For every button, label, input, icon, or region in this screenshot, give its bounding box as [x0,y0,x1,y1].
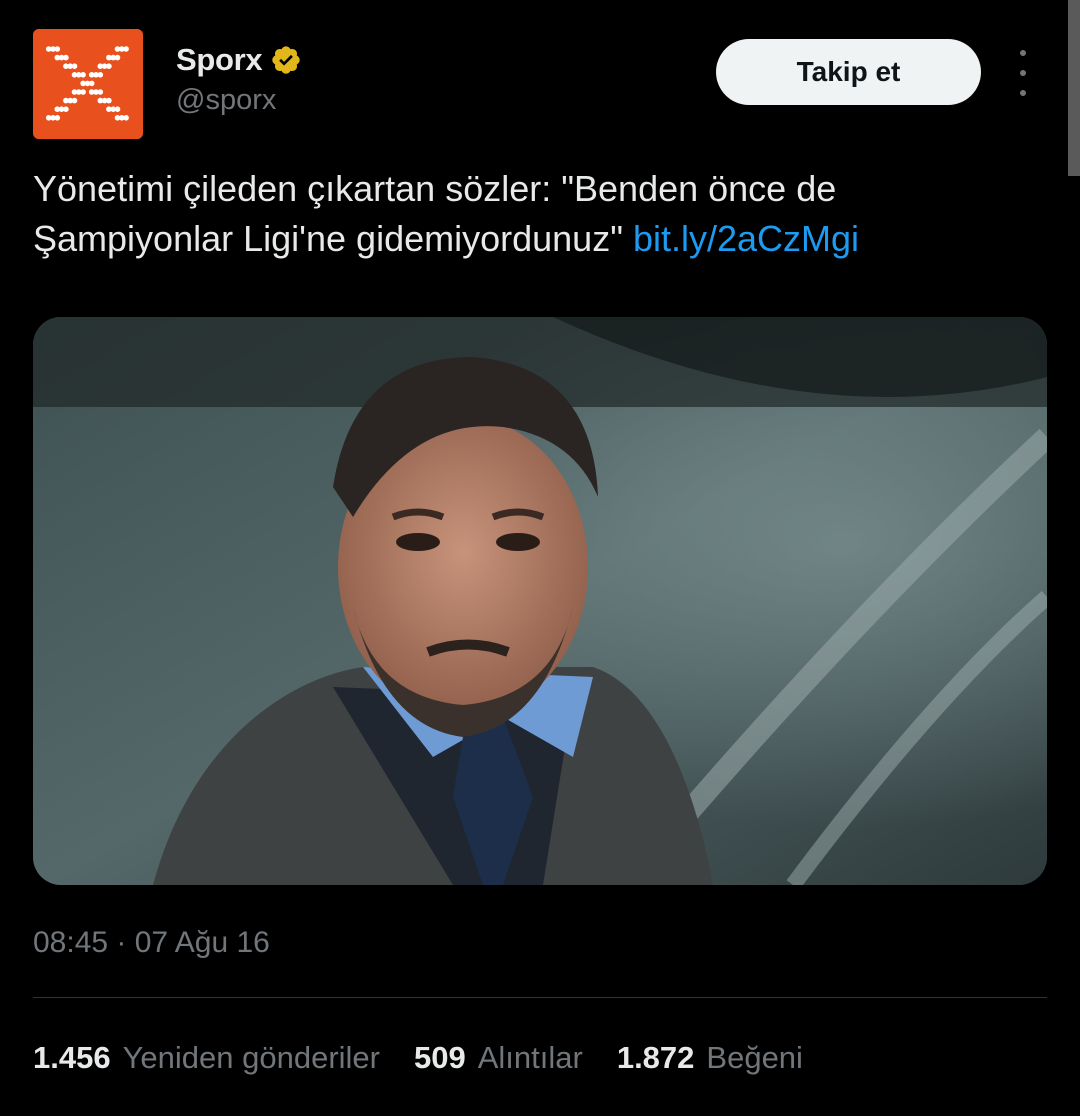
sporx-x-logo-icon [33,29,143,139]
divider [33,997,1047,998]
verified-badge-icon [270,44,302,76]
retweets-count: 1.456 [33,1040,111,1075]
avatar[interactable] [33,29,143,139]
more-vertical-icon[interactable] [1008,50,1038,96]
display-name[interactable]: Sporx [176,42,263,78]
retweets-label: Yeniden gönderiler [122,1040,380,1075]
tweet-timestamp[interactable]: 08:45 · 07 Ağu 16 [33,926,270,960]
follow-button[interactable]: Takip et [716,39,981,105]
tweet-text: Yönetimi çileden çıkartan sözler: "Bende… [33,164,1033,264]
quotes-stat[interactable]: 509 Alıntılar [414,1040,583,1076]
author-name-row: Sporx [176,42,302,78]
retweets-stat[interactable]: 1.456 Yeniden gönderiler [33,1040,380,1076]
likes-count: 1.872 [616,1040,695,1075]
coach-photo [33,317,1047,885]
more-dot [1020,70,1026,76]
scrollbar-thumb[interactable] [1068,0,1080,176]
tweet-media-image[interactable] [33,317,1047,885]
likes-label: Beğeni [706,1040,803,1075]
more-dot [1020,50,1026,56]
likes-stat[interactable]: 1.872 Beğeni [617,1040,803,1076]
quotes-label: Alıntılar [477,1040,583,1075]
tweet-stats: 1.456 Yeniden gönderiler 509 Alıntılar 1… [33,1040,803,1076]
tweet-link[interactable]: bit.ly/2aCzMgi [633,218,859,259]
author-handle[interactable]: @sporx [176,84,276,117]
more-dot [1020,90,1026,96]
tweet: Sporx @sporx Takip et Yönetimi çileden ç… [0,0,1080,1116]
quotes-count: 509 [413,1040,466,1075]
